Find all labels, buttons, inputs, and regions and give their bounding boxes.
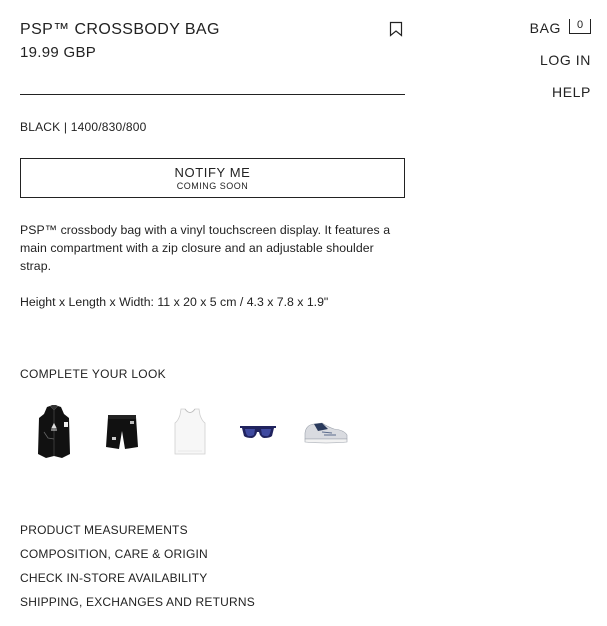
bag-label: BAG (529, 20, 561, 36)
notify-me-button[interactable]: NOTIFY ME COMING SOON (20, 158, 405, 198)
bag-count: 0 (569, 18, 591, 34)
bag-link[interactable]: BAG 0 (530, 18, 591, 38)
look-item-black-vest[interactable] (20, 398, 88, 466)
white-tank-top-image (174, 408, 206, 455)
black-vest-image (38, 405, 70, 458)
product-title: PSP™ CROSSBODY BAG (20, 21, 220, 38)
notify-label: NOTIFY ME (174, 164, 251, 180)
look-item-sunglasses[interactable] (224, 398, 292, 466)
title-row: PSP™ CROSSBODY BAG (20, 18, 405, 41)
top-nav: BAG 0 LOG IN HELP (530, 18, 591, 102)
sunglasses-image (240, 426, 276, 438)
look-item-black-shorts[interactable] (88, 398, 156, 466)
login-link[interactable]: LOG IN (530, 50, 591, 70)
complete-look-row (20, 398, 405, 478)
divider (20, 94, 405, 95)
shipping-exchanges-returns-link[interactable]: SHIPPING, EXCHANGES AND RETURNS (20, 594, 405, 610)
info-links: PRODUCT MEASUREMENTS COMPOSITION, CARE &… (20, 522, 405, 610)
product-measurements-link[interactable]: PRODUCT MEASUREMENTS (20, 522, 405, 538)
product-dimensions: Height x Length x Width: 11 x 20 x 5 cm … (20, 295, 329, 309)
product-details: PSP™ CROSSBODY BAG 19.99 GBP BLACK | 140… (20, 18, 405, 618)
product-page: BAG 0 LOG IN HELP PSP™ CROSSBODY BAG 19.… (0, 0, 607, 626)
in-store-availability-link[interactable]: CHECK IN-STORE AVAILABILITY (20, 570, 405, 586)
black-shorts-image (106, 415, 138, 449)
sneaker-image (304, 422, 348, 444)
look-item-sneaker[interactable] (292, 398, 360, 466)
look-item-white-tank-top[interactable] (156, 398, 224, 466)
complete-your-look-title: COMPLETE YOUR LOOK (20, 367, 166, 381)
help-link[interactable]: HELP (530, 82, 591, 102)
product-price: 19.99 GBP (20, 44, 97, 61)
coming-soon-label: COMING SOON (176, 180, 249, 191)
product-description: PSP™ crossbody bag with a vinyl touchscr… (20, 223, 391, 273)
composition-care-origin-link[interactable]: COMPOSITION, CARE & ORIGIN (20, 546, 405, 562)
bookmark-icon[interactable] (389, 21, 403, 37)
color-reference: BLACK | 1400/830/800 (20, 120, 147, 134)
